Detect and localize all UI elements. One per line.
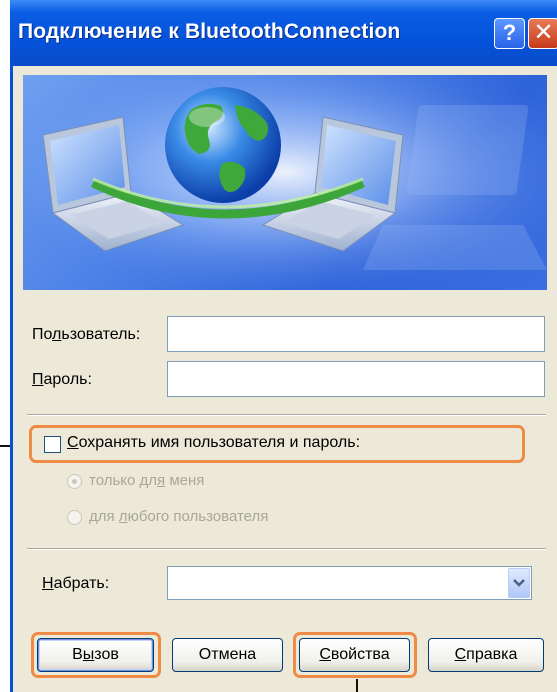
separator	[27, 414, 546, 416]
separator	[27, 548, 546, 550]
password-label: Пароль:	[32, 371, 92, 388]
dialog-title: Подключение к BluetoothConnection	[18, 20, 401, 43]
password-input[interactable]	[167, 361, 545, 397]
dial-label: Набрать:	[42, 575, 110, 592]
close-button[interactable]: ✕	[528, 18, 557, 49]
help-icon: ?	[502, 20, 517, 45]
only-me-label: только для меня	[89, 472, 205, 489]
only-me-radio[interactable]	[67, 474, 82, 489]
close-icon: ✕	[533, 19, 554, 46]
globe-icon	[165, 87, 281, 203]
callout-line-bottom	[356, 679, 358, 692]
help-button[interactable]: Справка	[428, 638, 544, 672]
username-label: Пользователь:	[32, 326, 141, 343]
any-user-radio[interactable]	[67, 510, 82, 525]
title-bar: Подключение к BluetoothConnection ? ✕	[10, 0, 557, 66]
save-credentials-highlight	[29, 425, 525, 463]
cancel-button[interactable]: Отмена	[172, 638, 283, 672]
any-user-label: для любого пользователя	[89, 508, 269, 525]
connection-banner	[23, 75, 547, 290]
dial-number-combobox[interactable]	[167, 566, 532, 600]
username-input[interactable]	[167, 316, 545, 352]
network-illustration	[23, 75, 547, 290]
properties-button-highlight	[293, 632, 417, 678]
chevron-down-icon	[513, 579, 525, 587]
help-title-button[interactable]: ?	[494, 18, 525, 49]
call-button-highlight	[31, 632, 161, 678]
dropdown-button[interactable]	[508, 568, 530, 598]
connect-dialog: Подключение к BluetoothConnection ? ✕ По…	[10, 0, 557, 692]
